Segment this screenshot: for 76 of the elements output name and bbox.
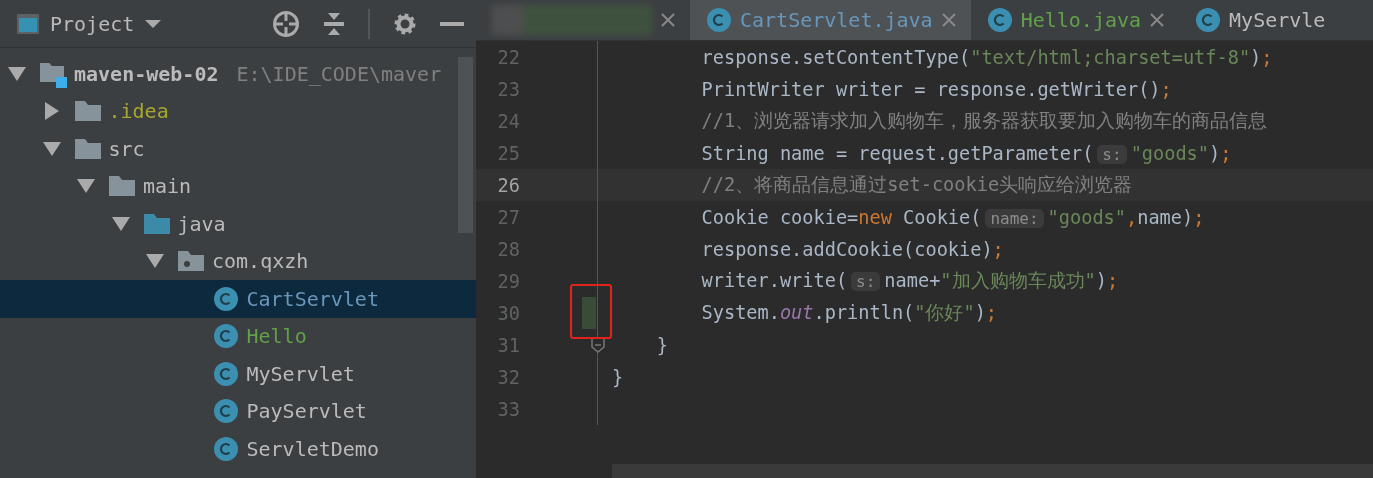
class-icon xyxy=(1195,7,1222,33)
tree-row[interactable]: CartServlet xyxy=(0,280,476,318)
tree-row[interactable]: ServletDemo xyxy=(0,430,476,468)
expanded-arrow-icon[interactable] xyxy=(110,215,131,232)
folder-icon xyxy=(73,99,102,124)
code-line: } xyxy=(612,366,624,388)
code-line: } xyxy=(655,334,668,356)
editor-tab[interactable]: MyServle xyxy=(1179,0,1340,40)
tree-label: com.qxzh xyxy=(212,249,309,274)
line-number: 29 xyxy=(496,270,520,292)
window-icon xyxy=(16,12,40,35)
folder-icon xyxy=(73,136,102,161)
panel-title[interactable]: Project xyxy=(50,11,135,36)
code-line: response.setContentType("text/html;charset=utf-8"); xyxy=(700,46,1273,68)
tree-row[interactable]: Hello xyxy=(0,317,476,355)
tree-label: main xyxy=(143,174,192,199)
locate-icon[interactable] xyxy=(272,9,300,38)
collapsed-arrow-icon[interactable] xyxy=(43,101,60,122)
class-icon xyxy=(986,7,1013,33)
code-line: writer.write( s: name+"加入购物车成功"); xyxy=(700,269,1119,293)
code-line: Cookie cookie=new Cookie( name: "goods",name); xyxy=(700,206,1205,228)
tree-row[interactable]: MyServlet xyxy=(0,355,476,393)
line-number: 25 xyxy=(496,142,520,164)
tree-label: java xyxy=(177,211,226,236)
line-number: 24 xyxy=(496,110,520,132)
tree-label: Hello xyxy=(246,324,307,349)
class-icon xyxy=(706,7,732,33)
class-icon xyxy=(212,360,239,387)
tree-row[interactable]: main xyxy=(0,167,476,205)
tree-label: .idea xyxy=(108,99,169,124)
close-icon[interactable] xyxy=(1149,12,1166,28)
class-icon xyxy=(212,285,239,312)
highlight-box xyxy=(570,284,612,339)
tree-label: ServletDemo xyxy=(246,436,379,461)
code-line: //1、浏览器请求加入购物车，服务器获取要加入购物车的商品信息 xyxy=(700,109,1268,133)
minimize-icon[interactable] xyxy=(440,20,464,27)
expanded-arrow-icon[interactable] xyxy=(7,65,27,82)
tree-row[interactable]: com.qxzh xyxy=(0,242,476,280)
line-number: 26 xyxy=(496,174,520,196)
line-number: 32 xyxy=(496,366,520,388)
tree-label: src xyxy=(108,136,145,161)
line-number: 31 xyxy=(496,334,520,356)
tree-row[interactable]: java xyxy=(0,205,476,243)
line-number: 23 xyxy=(496,78,520,100)
class-icon xyxy=(212,435,239,462)
folder-icon xyxy=(142,211,171,236)
class-icon xyxy=(212,398,239,425)
tree-row[interactable]: PayServlet xyxy=(0,392,476,430)
line-number: 28 xyxy=(496,238,520,260)
package-icon xyxy=(177,249,205,274)
tree-label: PayServlet xyxy=(246,399,367,424)
tree-label: MyServlet xyxy=(246,361,355,386)
tree-label: CartServlet xyxy=(246,286,379,311)
line-number: 30 xyxy=(496,302,520,324)
line-number: 33 xyxy=(496,398,520,420)
tree-row[interactable]: maven-web-02 E:\IDE_CODE\maver xyxy=(0,55,476,93)
code-line: response.addCookie(cookie); xyxy=(700,238,1004,260)
project-path: E:\IDE_CODE\maver xyxy=(236,61,442,86)
close-icon[interactable] xyxy=(660,12,676,28)
editor-tab[interactable]: Hello.java xyxy=(970,0,1180,40)
expanded-arrow-icon[interactable] xyxy=(76,178,96,195)
line-number: 27 xyxy=(496,206,520,228)
class-icon xyxy=(212,323,239,350)
tree-label: maven-web-02 xyxy=(74,61,219,86)
code-line: PrintWriter writer = response.getWriter(); xyxy=(700,78,1172,100)
expanded-arrow-icon[interactable] xyxy=(145,253,165,270)
code-line: String name = request.getParameter( s: "goods"); xyxy=(700,142,1232,164)
expanded-arrow-icon[interactable] xyxy=(41,140,62,157)
tree-row[interactable]: src xyxy=(0,130,476,168)
code-line: //2、将商品信息通过set-cookie头响应给浏览器 xyxy=(700,173,1133,197)
tree-row[interactable]: .idea xyxy=(0,92,476,130)
dropdown-caret-icon[interactable] xyxy=(144,18,163,29)
line-number: 22 xyxy=(496,46,520,68)
code-line: System.out.println("你好"); xyxy=(700,301,998,325)
collapse-all-icon[interactable] xyxy=(322,10,346,37)
folder-icon xyxy=(108,174,136,199)
